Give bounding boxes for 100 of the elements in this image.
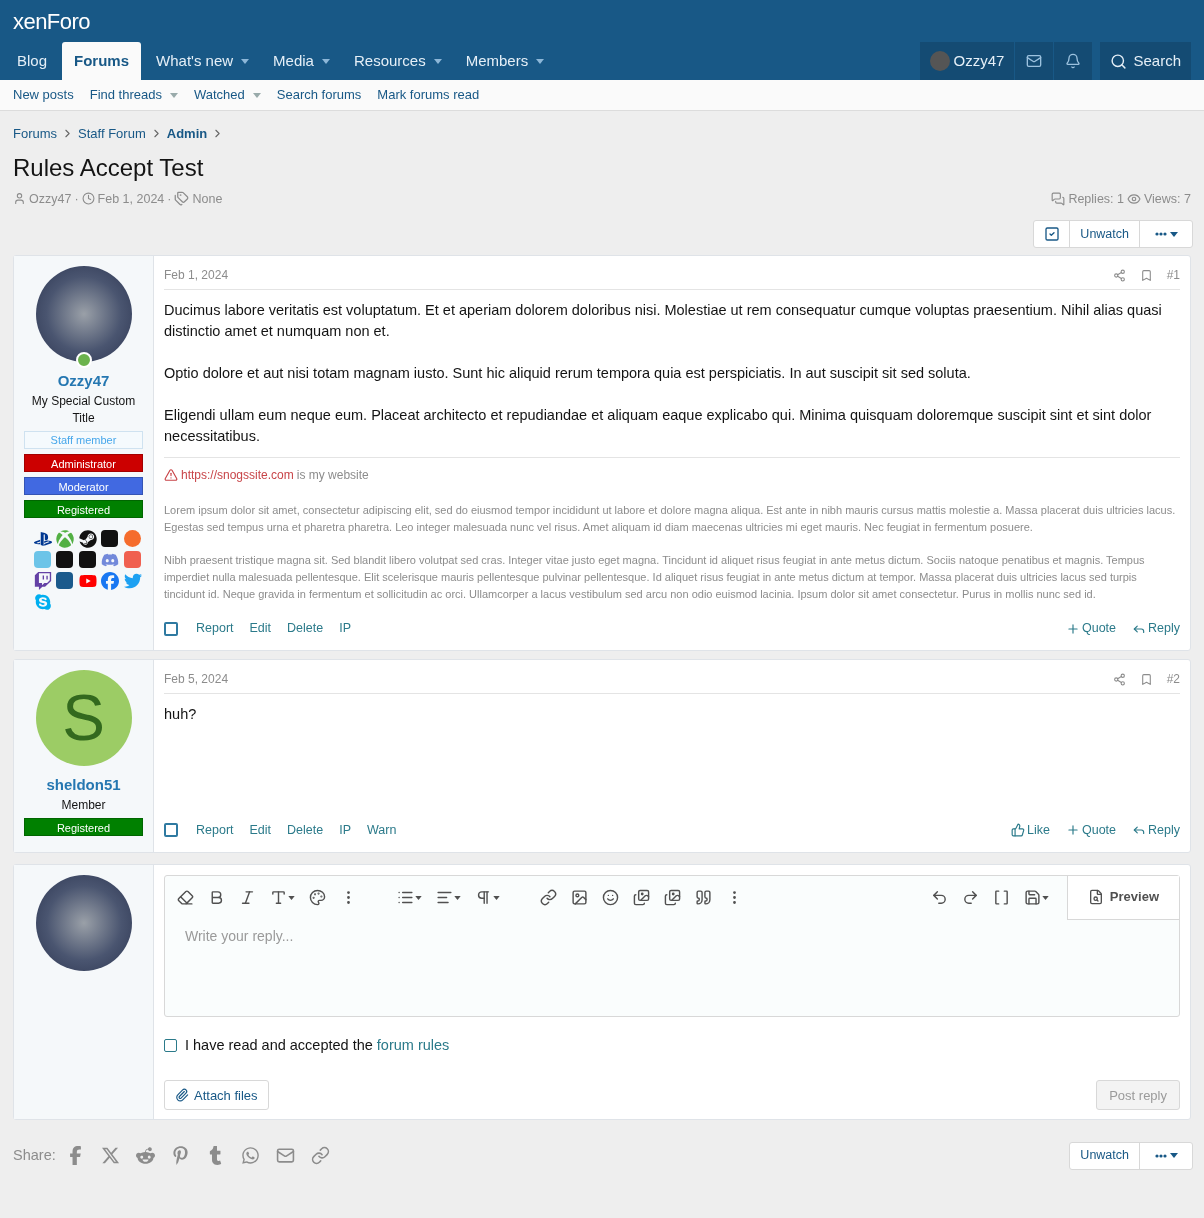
post-action-link[interactable]: Like [1011, 820, 1050, 840]
palette-icon[interactable] [309, 889, 326, 906]
post-action-link[interactable]: Warn [367, 820, 397, 840]
sub-nav-link[interactable]: New posts [13, 85, 74, 105]
list-icon[interactable] [397, 889, 422, 906]
speech-bubbles-icon [1051, 191, 1066, 206]
link-icon[interactable] [540, 889, 557, 906]
breadcrumb-link[interactable]: Forums [13, 124, 58, 144]
sub-nav-link[interactable]: Search forums [276, 85, 362, 105]
caret-icon [252, 92, 261, 98]
nav-tab[interactable]: What's new [144, 42, 262, 80]
mail-icon[interactable] [1014, 42, 1054, 80]
image-icon[interactable] [571, 889, 588, 906]
thumbs-up-icon [1011, 823, 1026, 838]
paragraph-icon[interactable] [475, 889, 500, 906]
media-icon[interactable] [664, 889, 681, 906]
signature-text: Lorem ipsum dolor sit amet, consectetur adipiscing elit, sed do eiusmod tempor incididunt ut labore et dolore magna aliqua. Est ante in nibh mauris cursus mattis molestie a. Massa placerat duis ultricies lacus. Egestas sed tempus urna et pharetra pharetra. Leo integer malesuada nunc vel risus. Amet aliquam id diam maecenas ultricies mi eget mauris. Nec feugiat in fermentum posuere. [164, 503, 1177, 536]
post-action-link[interactable]: Delete [287, 619, 324, 638]
gallery-icon[interactable] [633, 889, 650, 906]
post-action-link[interactable]: Delete [287, 820, 324, 840]
preview-button[interactable]: Preview [1066, 875, 1179, 920]
mail-icon[interactable] [275, 1146, 295, 1165]
post-action-link[interactable]: Reply [1132, 619, 1180, 638]
x-icon[interactable] [100, 1146, 120, 1165]
unwatch-button[interactable]: Unwatch [1070, 221, 1140, 248]
warning-icon [164, 468, 178, 483]
attach-files-button[interactable]: Attach files [164, 1080, 269, 1111]
forum-rules-link[interactable]: forum rules [376, 1034, 450, 1057]
align-icon[interactable] [436, 889, 461, 906]
breadcrumb-link[interactable]: Admin [166, 124, 208, 144]
nav-tab[interactable]: Media [261, 42, 342, 80]
plus-icon [1065, 621, 1080, 636]
select-checkbox[interactable] [164, 823, 178, 838]
post-action-link[interactable]: IP [339, 619, 352, 638]
post-action-link[interactable]: Report [196, 820, 234, 840]
account-link[interactable]: Ozzy47 [919, 42, 1015, 80]
select-checkbox[interactable] [164, 621, 178, 636]
text-size-icon[interactable] [270, 889, 295, 906]
editor-box[interactable]: Preview Write your reply... [164, 874, 1180, 1017]
post-action-link[interactable]: Quote [1065, 820, 1117, 840]
post-text: huh? [164, 705, 198, 724]
nav-tab[interactable]: Members [453, 42, 557, 80]
brackets-icon[interactable] [992, 889, 1010, 906]
rules-text: I have read and accepted the [185, 1035, 373, 1055]
caret-icon [241, 58, 250, 64]
caret-icon [1169, 1153, 1178, 1158]
bookmark-icon[interactable] [1139, 268, 1153, 282]
italic-icon[interactable] [239, 889, 256, 906]
bell-icon[interactable] [1053, 42, 1093, 80]
post-action-link[interactable]: IP [339, 820, 352, 840]
sub-nav-link[interactable]: Watched [193, 85, 261, 105]
undo-icon[interactable] [930, 889, 948, 906]
rules-checkbox[interactable] [164, 1038, 177, 1052]
post-action-link[interactable]: Report [196, 619, 234, 638]
post-action-link[interactable]: Quote [1065, 619, 1117, 638]
avatar-photo-placeholder [929, 51, 950, 71]
search-button[interactable]: Search [1100, 42, 1191, 80]
username-link[interactable]: sheldon51 [46, 774, 121, 797]
caret-icon [321, 58, 330, 64]
plus-icon [1065, 823, 1080, 838]
caret-icon [536, 58, 545, 64]
share-icon[interactable] [1112, 672, 1126, 686]
site-logo[interactable]: xenForo [13, 4, 90, 38]
username-link[interactable]: Ozzy47 [57, 370, 110, 393]
quote-icon[interactable] [695, 889, 712, 906]
unwatch-button[interactable]: Unwatch [1070, 1142, 1140, 1169]
reddit-icon[interactable] [135, 1146, 155, 1165]
thread-tags: None [192, 189, 223, 209]
website-link[interactable]: https://snogssite.com [181, 466, 294, 485]
clock-icon [81, 192, 95, 206]
save-icon[interactable] [1023, 889, 1049, 906]
redo-icon[interactable] [961, 889, 979, 906]
avatar[interactable]: S [35, 670, 132, 766]
caret-icon [169, 92, 178, 98]
caret-icon [1169, 231, 1178, 237]
eraser-icon[interactable] [177, 889, 194, 906]
post-date[interactable]: Feb 1, 2024 [164, 266, 1113, 285]
document-search-icon [1087, 889, 1104, 905]
thread-author-link[interactable]: Ozzy47 [29, 189, 72, 209]
share-icon[interactable] [1112, 268, 1126, 282]
sub-nav-link[interactable]: Find threads [89, 85, 178, 105]
post-action-link[interactable]: Reply [1132, 820, 1180, 840]
post-number[interactable]: #2 [1166, 670, 1180, 688]
bookmark-icon[interactable] [1139, 672, 1153, 686]
reply-input[interactable]: Write your reply... [185, 925, 1159, 947]
sub-nav-link[interactable]: Mark forums read [377, 85, 480, 105]
smiley-icon[interactable] [602, 889, 619, 906]
nav-tab[interactable]: Resources [341, 42, 454, 80]
user-title: My Special Custom Title [30, 392, 137, 427]
whatsapp-icon[interactable] [240, 1146, 260, 1165]
pinterest-icon[interactable] [170, 1146, 190, 1165]
replies-count: Replies: 1 [1068, 190, 1124, 208]
post-action-link[interactable]: Edit [249, 820, 272, 840]
breadcrumb-link[interactable]: Staff Forum [78, 124, 146, 144]
nav-tab[interactable]: Forums [62, 42, 142, 80]
post-date[interactable]: Feb 5, 2024 [164, 670, 1113, 688]
post-number[interactable]: #1 [1166, 266, 1180, 285]
user-banner: Registered [24, 817, 143, 836]
post-action-link[interactable]: Edit [249, 619, 272, 638]
nav-tab[interactable]: Blog [5, 42, 60, 80]
